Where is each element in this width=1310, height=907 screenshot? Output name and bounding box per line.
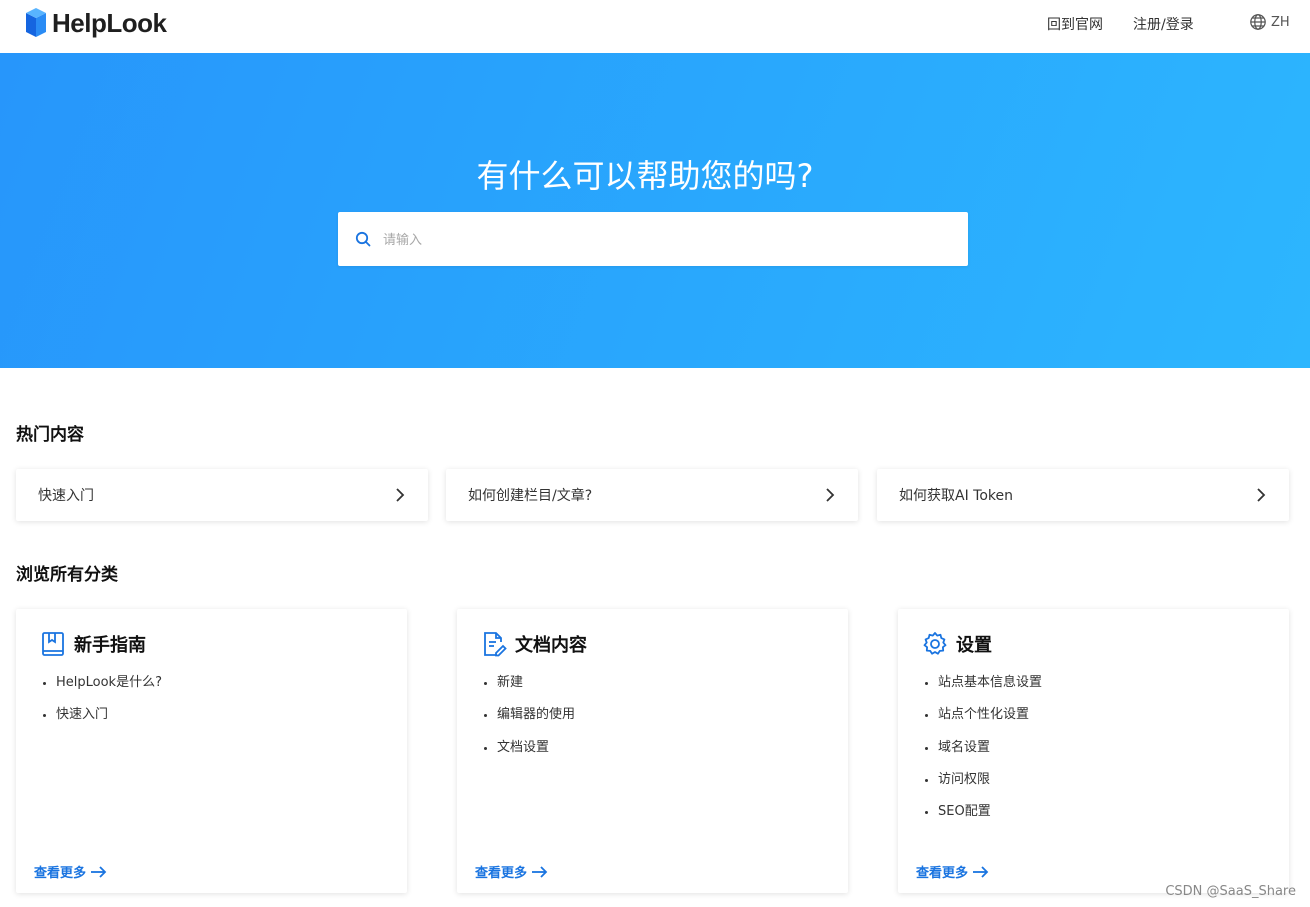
view-more-link[interactable]: 查看更多 [34,862,107,881]
hot-item-label: 如何获取AI Token [899,488,1013,504]
chevron-right-icon [396,488,405,502]
list-item[interactable]: 访问权限 [938,772,1042,804]
chevron-right-icon [1257,488,1266,502]
gear-icon [923,632,947,655]
category-title: 设置 [956,635,992,656]
search-input[interactable] [381,226,945,254]
category-list: 新建 编辑器的使用 文档设置 [481,675,575,772]
chevron-right-icon [826,488,835,502]
list-item[interactable]: HelpLook是什么? [56,675,162,707]
arrow-right-icon [91,865,107,878]
globe-icon [1250,14,1266,30]
list-item[interactable]: 站点个性化设置 [938,707,1042,739]
hero-title: 有什么可以帮助您的吗? [476,157,814,195]
list-item[interactable]: SEO配置 [938,804,1042,836]
search-box[interactable] [338,212,968,266]
category-list: 站点基本信息设置 站点个性化设置 域名设置 访问权限 SEO配置 [922,675,1042,836]
arrow-right-icon [973,865,989,878]
nav-register-login[interactable]: 注册/登录 [1133,14,1194,34]
search-icon [355,231,371,247]
language-switcher[interactable]: ZH [1249,13,1290,31]
view-more-link[interactable]: 查看更多 [475,862,548,881]
category-card-beginner-guide: 新手指南 HelpLook是什么? 快速入门 查看更多 [16,609,407,893]
category-header[interactable]: 文档内容 [481,631,587,657]
hot-item-quickstart[interactable]: 快速入门 [16,469,428,521]
category-title: 文档内容 [515,635,587,656]
arrow-right-icon [532,865,548,878]
document-edit-icon [484,632,507,657]
hot-item-label: 如何创建栏目/文章? [468,488,593,504]
hot-content-title: 热门内容 [16,425,84,445]
watermark: CSDN @SaaS_Share [1165,884,1296,899]
category-list: HelpLook是什么? 快速入门 [40,675,162,740]
hot-item-label: 快速入门 [38,488,94,504]
logo[interactable]: HelpLook [24,6,167,40]
hero-banner: 有什么可以帮助您的吗? [0,53,1310,368]
language-label: ZH [1271,14,1290,30]
view-more-link[interactable]: 查看更多 [916,862,989,881]
list-item[interactable]: 快速入门 [56,707,162,739]
helplook-logo-icon [26,8,46,37]
category-title: 新手指南 [74,635,146,656]
list-item[interactable]: 文档设置 [497,740,575,772]
category-header[interactable]: 新手指南 [40,631,146,657]
category-header[interactable]: 设置 [922,631,992,657]
nav-back-to-website[interactable]: 回到官网 [1047,14,1103,34]
category-card-document-content: 文档内容 新建 编辑器的使用 文档设置 查看更多 [457,609,848,893]
list-item[interactable]: 域名设置 [938,740,1042,772]
top-header: HelpLook 回到官网 注册/登录 ZH [0,0,1310,53]
view-more-label: 查看更多 [34,866,87,881]
logo-text: HelpLook [52,7,167,38]
view-more-label: 查看更多 [475,866,528,881]
category-card-settings: 设置 站点基本信息设置 站点个性化设置 域名设置 访问权限 SEO配置 查看更多 [898,609,1289,893]
view-more-label: 查看更多 [916,866,969,881]
categories-title: 浏览所有分类 [16,565,118,585]
list-item[interactable]: 新建 [497,675,575,707]
hot-item-ai-token[interactable]: 如何获取AI Token [877,469,1289,521]
list-item[interactable]: 编辑器的使用 [497,707,575,739]
book-icon [42,632,64,656]
hot-item-create-column[interactable]: 如何创建栏目/文章? [446,469,858,521]
list-item[interactable]: 站点基本信息设置 [938,675,1042,707]
